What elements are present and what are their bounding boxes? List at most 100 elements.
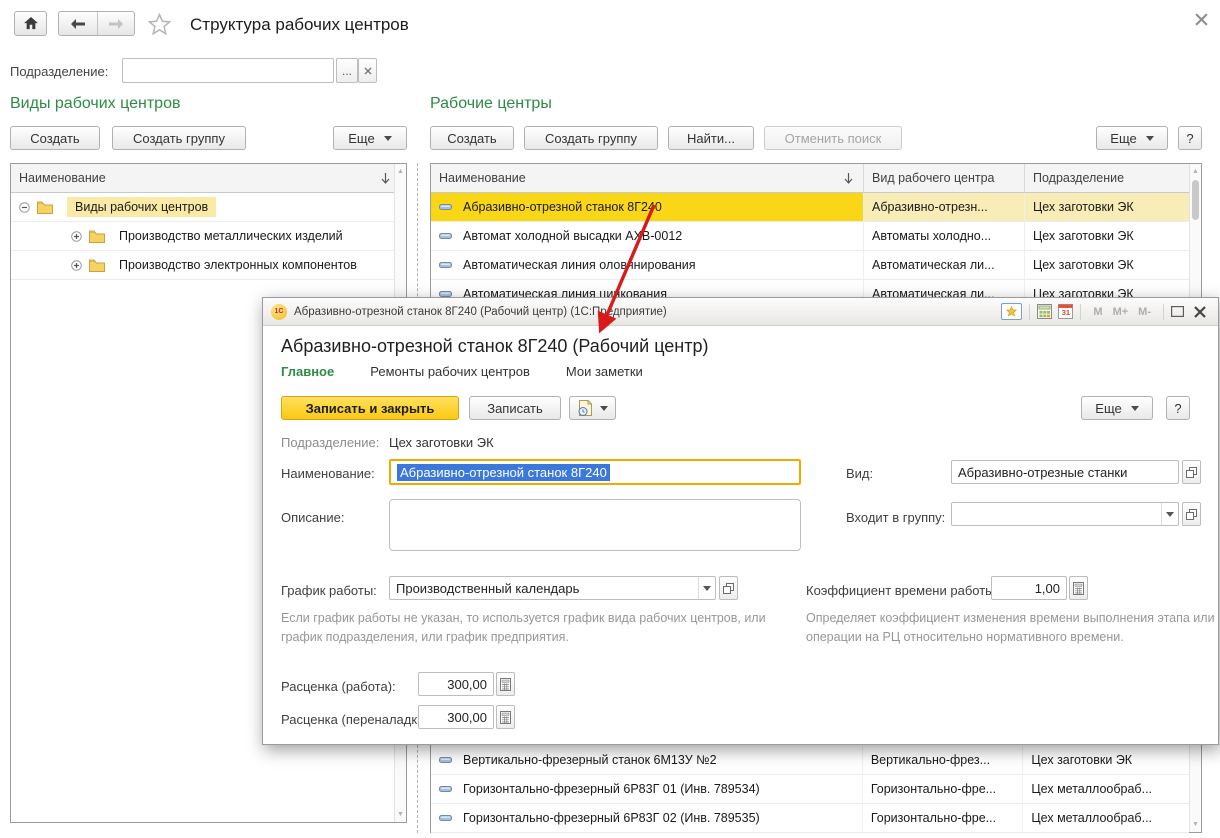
tree-child-label: Производство электронных компонентов (119, 258, 357, 272)
calculator-icon (500, 677, 511, 691)
rate-setup-calc-button[interactable] (496, 705, 515, 729)
table-row[interactable]: Горизонтально-фрезерный 6Р83Г 01 (Инв. 7… (431, 775, 1189, 804)
scroll-up-icon: ▲ (1192, 168, 1199, 175)
department-filter-group: ... (122, 58, 377, 83)
calculator-button[interactable] (1037, 304, 1053, 319)
combo-dropdown-button[interactable] (1161, 503, 1178, 525)
right-table-header[interactable]: Наименование Вид рабочего центра Подразд… (431, 164, 1201, 193)
dropdown-arrow-icon (1145, 135, 1154, 141)
app-close-button[interactable] (1195, 13, 1208, 26)
sort-desc-icon (844, 172, 853, 184)
column-type[interactable]: Вид рабочего центра (863, 164, 1024, 192)
rate-setup-input[interactable]: 300,00 (418, 705, 494, 729)
schedule-open-button[interactable] (719, 576, 738, 600)
dialog-titlebar[interactable]: 1С Абразивно-отрезной станок 8Г240 (Рабо… (263, 298, 1218, 326)
forward-button[interactable] (96, 12, 135, 35)
kind-input[interactable]: Абразивно-отрезные станки (951, 460, 1179, 484)
tree-row-child[interactable]: Производство электронных компонентов (11, 251, 406, 280)
column-name[interactable]: Наименование (431, 164, 863, 192)
rate-setup-group: 300,00 (418, 705, 515, 729)
left-create-group-button[interactable]: Создать группу (112, 126, 246, 150)
save-button[interactable]: Записать (469, 396, 561, 420)
find-button[interactable]: Найти... (668, 126, 754, 150)
coefficient-calc-button[interactable] (1069, 576, 1088, 600)
group-combobox[interactable] (951, 502, 1179, 526)
right-more-button[interactable]: Еще (1096, 126, 1168, 150)
memory-mplus-button[interactable]: M+ (1113, 306, 1129, 318)
folder-icon (37, 201, 53, 214)
right-create-group-button[interactable]: Создать группу (524, 126, 658, 150)
kind-open-button[interactable] (1182, 460, 1201, 484)
table-row[interactable]: Вертикально-фрезерный станок 6М13У №2 Ве… (431, 746, 1189, 775)
save-and-close-button[interactable]: Записать и закрыть (281, 396, 459, 420)
collapse-icon[interactable] (19, 201, 30, 213)
tab-notes[interactable]: Мои заметки (566, 364, 643, 379)
department-filter-clear-button[interactable] (358, 58, 377, 83)
dropdown-arrow-icon (599, 405, 608, 411)
kind-field-group: Абразивно-отрезные станки (951, 460, 1201, 484)
dialog-title-text: Абразивно-отрезной станок 8Г240 (Рабочий… (294, 305, 667, 318)
favorite-button[interactable] (1001, 303, 1023, 320)
table-row[interactable]: Горизонтально-фрезерный 6Р83Г 02 (Инв. 7… (431, 804, 1189, 833)
open-icon (723, 582, 734, 594)
schedule-label: График работы: (281, 583, 377, 598)
right-help-button[interactable]: ? (1178, 126, 1202, 150)
department-filter-choose-button[interactable]: ... (336, 58, 358, 83)
kind-label: Вид: (846, 466, 874, 481)
right-create-button[interactable]: Создать (430, 126, 514, 150)
department-label: Подразделение: (281, 435, 380, 450)
arrow-left-icon (70, 18, 85, 29)
close-icon (1195, 13, 1208, 26)
memory-m-button[interactable]: M (1093, 306, 1102, 318)
dropdown-arrow-icon (1130, 405, 1139, 411)
table-row[interactable]: Автоматическая линия оловянирования Авто… (431, 251, 1201, 280)
description-textarea[interactable] (389, 499, 801, 551)
left-table-header[interactable]: Наименование (11, 164, 406, 193)
memory-mminus-button[interactable]: M- (1138, 306, 1151, 318)
table-row[interactable]: Автомат холодной высадки АХВ-0012 Автома… (431, 222, 1201, 251)
sort-desc-icon (381, 172, 390, 184)
change-history-button[interactable] (569, 396, 616, 420)
favorite-star-icon[interactable] (148, 13, 171, 35)
tab-main[interactable]: Главное (281, 364, 334, 379)
expand-icon[interactable] (71, 230, 82, 242)
work-center-item-icon (439, 786, 452, 792)
tree-row-root[interactable]: Виды рабочих центров (11, 193, 406, 222)
dialog-close-button[interactable] (1194, 305, 1206, 318)
dropdown-arrow-icon (1166, 511, 1174, 517)
name-input[interactable]: Абразивно-отрезной станок 8Г240 (389, 459, 801, 485)
left-create-button[interactable]: Создать (10, 126, 100, 150)
tree-child-label: Производство металлических изделий (119, 229, 343, 243)
left-more-button[interactable]: Еще (333, 126, 407, 150)
expand-icon[interactable] (71, 259, 82, 271)
maximize-button[interactable] (1171, 306, 1184, 317)
selected-text: Абразивно-отрезной станок 8Г240 (397, 463, 610, 481)
1c-logo-icon: 1С (271, 303, 287, 320)
calendar-button[interactable]: 31 (1058, 304, 1074, 319)
table-row[interactable]: Абразивно-отрезной станок 8Г240 Абразивн… (431, 193, 1201, 222)
work-center-item-icon (439, 262, 452, 268)
dialog-more-button[interactable]: Еще (1081, 396, 1153, 420)
department-value: Цех заготовки ЭК (389, 435, 494, 450)
calendar-day-label: 31 (1061, 308, 1071, 317)
department-filter-input[interactable] (122, 58, 334, 83)
tree-row-child[interactable]: Производство металлических изделий (11, 222, 406, 251)
column-dept[interactable]: Подразделение (1024, 164, 1191, 192)
coefficient-input[interactable]: 1,00 (991, 576, 1067, 600)
titlebar-separator (1029, 303, 1031, 320)
cancel-search-button[interactable]: Отменить поиск (764, 126, 902, 150)
rate-work-calc-button[interactable] (496, 672, 515, 696)
scroll-down-icon: ▼ (397, 811, 404, 818)
scrollbar-thumb[interactable] (1192, 180, 1199, 220)
back-button[interactable] (59, 12, 97, 35)
calculator-icon (1037, 304, 1053, 319)
dialog-help-button[interactable]: ? (1166, 396, 1190, 420)
home-button[interactable] (14, 11, 47, 36)
tab-repairs[interactable]: Ремонты рабочих центров (370, 364, 530, 379)
coefficient-hint: Определяет коэффициент изменения времени… (806, 611, 1215, 645)
group-open-button[interactable] (1182, 502, 1201, 526)
rate-work-input[interactable]: 300,00 (418, 672, 494, 696)
schedule-combobox[interactable]: Производственный календарь (389, 576, 716, 600)
history-nav (58, 11, 135, 36)
combo-dropdown-button[interactable] (698, 577, 715, 599)
